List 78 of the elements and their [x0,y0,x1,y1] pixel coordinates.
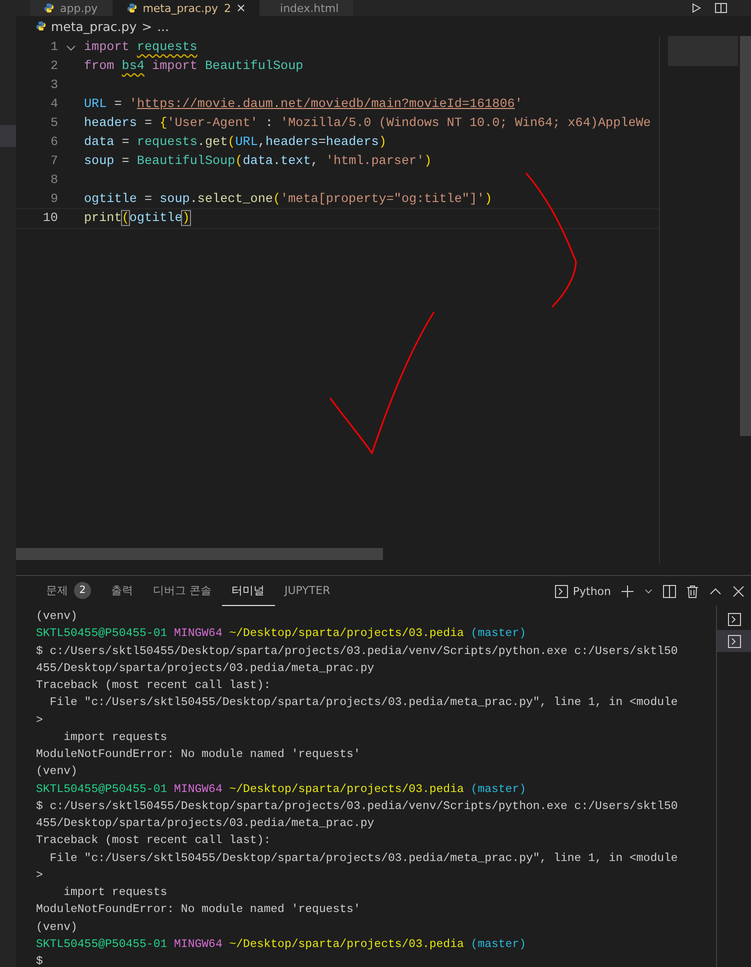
terminal-profile-button[interactable]: Python [554,584,611,598]
close-icon[interactable] [732,584,745,598]
breadcrumb-item[interactable]: meta_prac.py [51,18,137,34]
code-line: data = requests.get(URL,headers=headers) [84,134,386,151]
close-icon[interactable] [237,4,246,12]
line-number: 6 [49,134,58,151]
tab-label: 디버그 콘솔 [153,583,212,598]
tab-label: 문제 [46,583,68,598]
problem-count: 2 [224,2,232,14]
run-icon[interactable] [691,3,701,13]
line-number: 4 [49,96,58,113]
terminal-instance[interactable] [717,630,751,652]
panel-tab[interactable]: JUPYTER [274,576,340,606]
plus-icon[interactable] [621,584,634,598]
panel-tab[interactable]: 터미널 [222,576,274,606]
terminal-line: (venv) [36,920,78,936]
line-number: 5 [49,115,58,132]
code-line: headers = {'User-Agent' : 'Mozilla/5.0 (Windows NT 10.0; Win64; x64)AppleWe [84,115,651,132]
split-editor-icon[interactable] [715,3,727,13]
line-number: 8 [49,172,58,189]
code-line: ogtitle = soup.select_one('meta[property="og:title"]') [84,191,492,208]
terminal-icon [554,584,568,598]
horizontal-scrollbar[interactable] [16,548,383,560]
split-panel-icon[interactable] [663,584,676,598]
terminal-line: 455/Desktop/sparta/projects/03.pedia/meta_prac.py [36,816,376,832]
terminal-line: import requests [62,885,168,901]
line-number: 9 [49,191,58,208]
tab-label: 출력 [111,583,133,598]
code-line: print(ogtitle) [84,210,190,227]
terminal-icon [728,612,740,626]
fold-chevron-icon[interactable] [66,42,76,52]
line-number: 10 [42,210,58,227]
terminal-line: ModuleNotFoundError: No module named 'requests' [36,902,362,918]
code-line: from bs4 import BeautifulSoup [84,58,304,75]
editor-tab[interactable]: meta_prac.py 2 [112,0,260,16]
panel-tab[interactable]: 출력 [101,576,143,606]
python-file-icon [36,21,46,31]
line-number: 1 [49,39,58,56]
problem-count-badge: 2 [74,582,91,599]
code-line: URL = 'https://movie.daum.net/moviedb/main?movieId=161806' [84,96,522,113]
terminal-line: SKTL50455@P50455-01 MINGW64 ~/Desktop/sparta/projects/03.pedia (master) [36,626,528,642]
terminal-line: > [36,868,44,884]
tab-label: JUPYTER [284,584,330,597]
terminal-line: SKTL50455@P50455-01 MINGW64 ~/Desktop/sparta/projects/03.pedia (master) [36,936,528,953]
line-number: 7 [49,153,58,170]
terminal-line: 455/Desktop/sparta/projects/03.pedia/meta_prac.py [36,660,376,677]
editor-tab[interactable]: app.py [30,0,113,16]
code-line: import requests [84,39,198,56]
terminal-line: SKTL50455@P50455-01 MINGW64 ~/Desktop/sparta/projects/03.pedia (master) [36,782,528,798]
tab-label: index.html [280,2,339,14]
editor-tab[interactable]: index.html [260,0,354,16]
panel-tab[interactable]: 디버그 콘솔 [143,576,222,606]
terminal-line: import requests [62,730,168,746]
tab-label: meta_prac.py [142,2,218,14]
python-file-icon [44,3,54,13]
terminal-line: $ [36,954,44,967]
code-line: soup = BeautifulSoup(data.text, 'html.parser') [84,153,432,170]
terminal-line: (venv) [36,764,78,780]
terminal-line: (venv) [36,609,78,625]
line-number: 2 [49,58,58,75]
tab-label: 터미널 [232,583,264,598]
breadcrumb-item[interactable]: ... [157,18,169,34]
python-file-icon [126,3,137,13]
terminal-line: $ c:/Users/sktl50455/Desktop/sparta/projects/03.pedia/venv/Scripts/python.exe c:/Users/sktl50 [36,798,679,815]
terminal-line: Traceback (most recent call last): [36,833,272,850]
trash-icon[interactable] [686,584,699,598]
tab-label: app.py [60,2,98,14]
terminal-line: File "c:/Users/sktl50455/Desktop/sparta/projects/03.pedia/meta_prac.py", line 1, in <module [48,850,679,866]
panel-tab[interactable]: 문제 2 [36,576,101,606]
line-number: 3 [49,77,58,94]
terminal-line: > [36,712,44,728]
terminal-line: Traceback (most recent call last): [36,678,272,694]
terminal-icon [728,634,740,648]
terminal-line: File "c:/Users/sktl50455/Desktop/sparta/projects/03.pedia/meta_prac.py", line 1, in <module [48,695,679,712]
terminal-line: ModuleNotFoundError: No module named 'requests' [36,747,362,763]
vertical-scrollbar[interactable] [740,36,751,436]
breadcrumb-separator: > [142,18,152,34]
terminal-line: $ c:/Users/sktl50455/Desktop/sparta/projects/03.pedia/venv/Scripts/python.exe c:/Users/sktl50 [36,644,679,660]
